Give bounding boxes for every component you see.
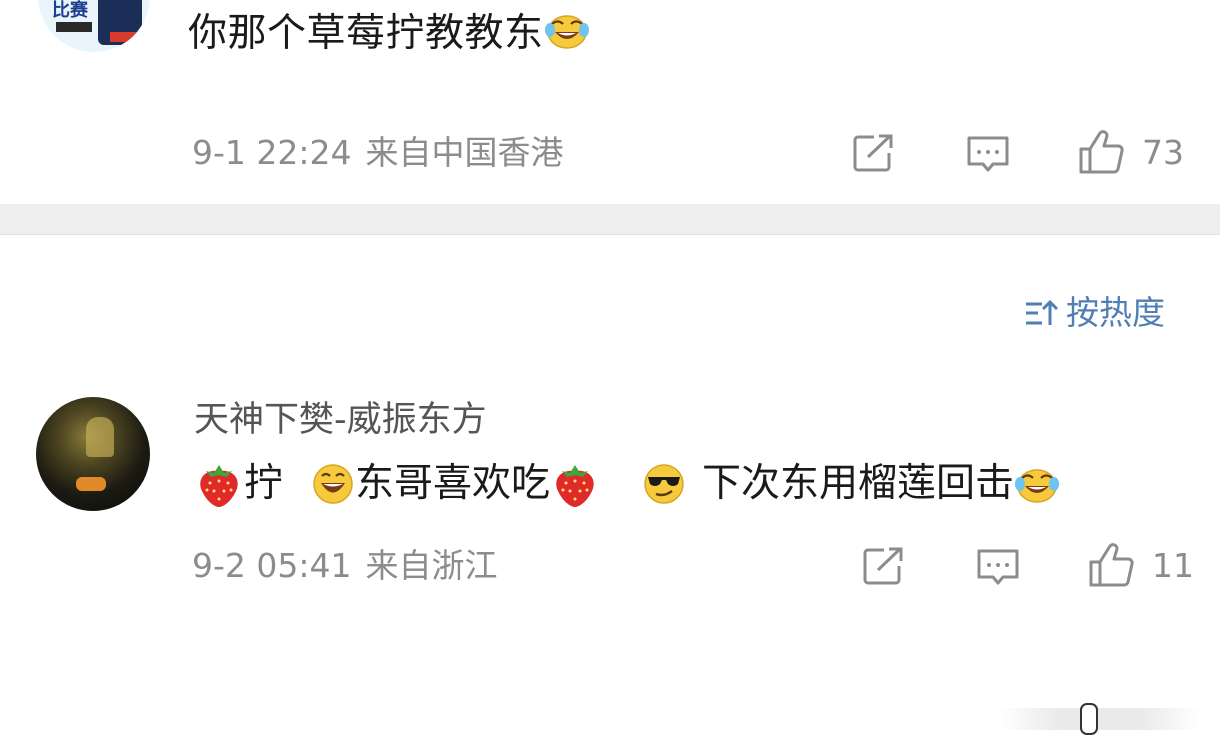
comment-time: 9-1 22:24 bbox=[192, 133, 352, 172]
share-icon[interactable] bbox=[852, 133, 896, 173]
comment-segment-2: 东哥喜欢吃 bbox=[355, 461, 551, 506]
tears-of-joy-emoji bbox=[1015, 469, 1060, 503]
like-count: 73 bbox=[1142, 133, 1184, 172]
avatar-tag bbox=[110, 32, 140, 42]
strawberry-emoji bbox=[556, 465, 594, 507]
sort-toggle[interactable]: 按热度 bbox=[1024, 293, 1165, 333]
avatar-text: 比赛 bbox=[52, 0, 88, 21]
avatar-figure-2 bbox=[76, 477, 106, 491]
comment-icon[interactable] bbox=[966, 134, 1010, 174]
comment-segment-1: 拧 bbox=[244, 461, 284, 506]
comment-text: 你那个草莓拧教教东 bbox=[188, 8, 590, 60]
comment-meta: 9-2 05:41 来自浙江 bbox=[192, 546, 498, 586]
username[interactable]: 天神下樊-威振东方 bbox=[194, 398, 487, 442]
avatar[interactable]: 比赛 bbox=[38, 0, 150, 52]
section-divider bbox=[0, 204, 1220, 235]
comment-time: 9-2 05:41 bbox=[192, 546, 352, 585]
sort-icon bbox=[1026, 299, 1059, 325]
like-icon[interactable] bbox=[1078, 128, 1126, 176]
home-indicator[interactable] bbox=[1080, 703, 1098, 735]
sort-label: 按热度 bbox=[1066, 293, 1165, 332]
like-count: 11 bbox=[1152, 546, 1194, 585]
avatar-figure bbox=[86, 417, 114, 457]
avatar[interactable] bbox=[36, 397, 150, 511]
like-icon[interactable] bbox=[1088, 541, 1136, 589]
share-icon[interactable] bbox=[862, 546, 906, 586]
comment-segment-3: 下次东用榴莲回击 bbox=[702, 461, 1015, 506]
comment-location: 来自浙江 bbox=[365, 546, 498, 585]
tears-of-joy-emoji bbox=[544, 15, 589, 49]
comment-location: 来自中国香港 bbox=[365, 133, 564, 172]
strawberry-emoji bbox=[200, 465, 238, 507]
comment-icon[interactable] bbox=[976, 547, 1020, 587]
comment-text: 拧 东哥喜欢吃 下次东用榴莲回击 bbox=[194, 458, 1060, 510]
grinning-emoji bbox=[313, 464, 353, 504]
sunglasses-emoji bbox=[644, 464, 684, 504]
avatar-scarf bbox=[56, 22, 92, 32]
watermark-smear bbox=[1000, 708, 1200, 730]
comment-text-content: 你那个草莓拧教教东 bbox=[188, 11, 544, 56]
comment-meta: 9-1 22:24 来自中国香港 bbox=[192, 133, 564, 173]
